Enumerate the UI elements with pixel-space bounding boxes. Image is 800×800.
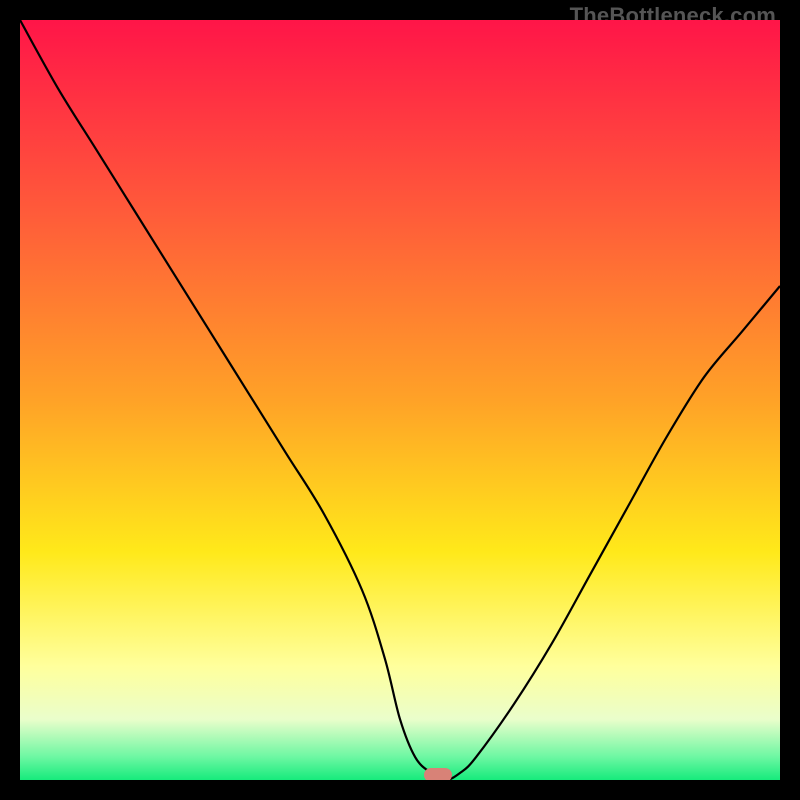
curve-layer (20, 20, 780, 780)
bottleneck-curve (20, 20, 780, 780)
chart-frame: TheBottleneck.com (0, 0, 800, 800)
plot-area (20, 20, 780, 780)
optimal-marker (424, 768, 452, 780)
